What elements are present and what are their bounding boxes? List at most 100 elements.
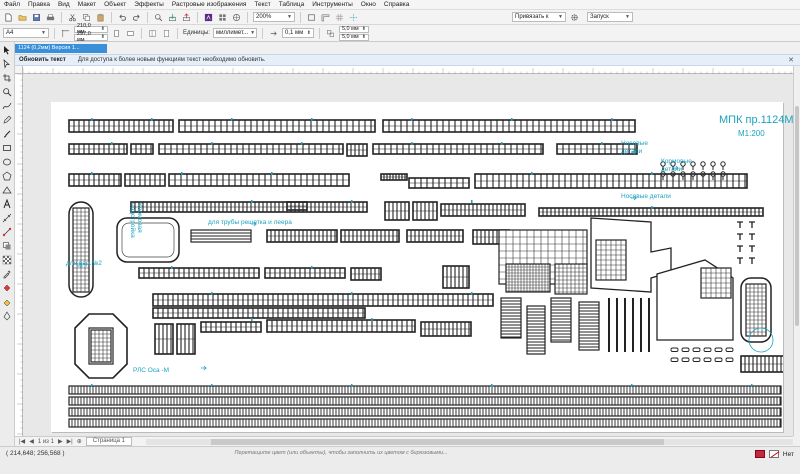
connector-tool[interactable] [2,226,13,237]
sprue-gate[interactable] [351,384,353,387]
drawing-page[interactable]: МПК пр.1124М М1:200 Носовые детали Кормо… [51,102,793,432]
sprue-gate[interactable] [471,292,473,295]
sprue-gate[interactable] [371,318,373,321]
eyedropper-tool[interactable] [2,268,13,279]
show-grid-button[interactable] [334,12,345,23]
sprue-gate[interactable] [501,142,503,145]
page-tab-1[interactable]: Страница 1 [85,437,132,446]
polygon-tool[interactable] [2,170,13,181]
freehand-tool[interactable] [2,100,13,111]
options-button[interactable] [569,12,580,23]
sprue-gate[interactable] [91,384,93,387]
sprue-gate[interactable] [511,118,513,121]
corel-connect-button[interactable] [231,12,242,23]
variant-2-annotation[interactable]: для вар.№2 [66,260,102,267]
launch-combo[interactable]: Запуск ▼ [587,12,633,22]
save-button[interactable] [31,12,42,23]
bollard[interactable] [714,357,723,362]
open-button[interactable] [17,12,28,23]
interactive-fill-tool[interactable] [2,282,13,293]
ellipse-tool[interactable] [2,156,13,167]
rectangle-tool[interactable] [2,142,13,153]
stern-parts-annotation[interactable]: Кормовые детали [661,158,692,174]
bollard[interactable] [670,347,679,352]
sprue-gate[interactable] [271,172,273,175]
outline-pen-tool[interactable] [2,310,13,321]
redo-button[interactable] [131,12,142,23]
last-page-icon[interactable]: ▶| [67,438,73,445]
zoom-tool[interactable] [2,86,13,97]
paste-button[interactable] [95,12,106,23]
fitting-tee[interactable] [749,257,755,264]
bollard[interactable] [725,357,734,362]
menu-help[interactable]: Справка [384,1,410,8]
shape-tool[interactable] [2,58,13,69]
sprue-gate[interactable] [251,318,253,321]
full-screen-button[interactable] [306,12,317,23]
duplicate-x-field[interactable]: 5,0 мм ⬍ [338,25,369,33]
sprue-gate[interactable] [651,206,653,209]
landscape-button[interactable] [125,28,136,39]
print-button[interactable] [45,12,56,23]
first-page-icon[interactable]: |◀ [19,438,25,445]
parallel-dimension-tool[interactable] [2,212,13,223]
sprue-gate[interactable] [311,266,313,269]
menu-table[interactable]: Таблица [279,1,305,8]
import-button[interactable] [167,12,178,23]
update-text-link[interactable]: Обновить текст [19,57,66,63]
next-page-icon[interactable]: ▶ [58,438,63,445]
drawing-canvas[interactable]: МПК пр.1124М М1:200 Носовые детали Кормо… [23,74,793,436]
units-combo[interactable]: миллимет... ▼ [212,28,257,38]
stern-superstructure-annotation[interactable]: Кормовая надстройка [129,203,143,238]
vertical-scroll-thumb[interactable] [795,106,799,326]
sprue-gate[interactable] [351,200,353,203]
menu-effects[interactable]: Эффекты [134,1,164,8]
sprue-gate[interactable] [311,118,313,121]
no-fill-swatch[interactable] [768,450,779,458]
bow-parts-annotation[interactable]: Носовые детали [621,140,648,156]
vertical-struts[interactable] [608,298,650,352]
search-content-button[interactable] [153,12,164,23]
deck-plate[interactable] [116,217,180,263]
smart-fill-tool[interactable] [2,296,13,307]
snap-to-combo[interactable]: Привязать к ▼ [512,12,566,22]
sprue-gate[interactable] [411,118,413,121]
portrait-button[interactable] [111,28,122,39]
show-guidelines-button[interactable] [348,12,359,23]
ladder-rungs[interactable] [551,300,571,341]
vertical-scrollbar[interactable] [793,66,800,436]
fitting-tee[interactable] [749,221,755,228]
menu-object[interactable]: Объект [104,1,126,8]
bollard[interactable] [681,357,690,362]
cut-button[interactable] [67,12,78,23]
fitting[interactable] [700,161,706,167]
vertical-ruler[interactable] [15,73,23,436]
ladder-rungs[interactable] [579,304,599,348]
photo-etch-artwork[interactable] [51,102,783,432]
ladder-rungs[interactable] [527,308,545,352]
bollard[interactable] [703,347,712,352]
sprue-gate[interactable] [411,142,413,145]
ladder-rungs[interactable] [191,232,251,240]
transparency-tool[interactable] [2,254,13,265]
radar-annotation[interactable]: РЛС Оса -М [133,367,169,374]
railing-strip-frame[interactable] [68,385,782,395]
fitting[interactable] [720,161,726,167]
previous-page-icon[interactable]: ◀ [29,438,34,445]
fill-color-swatch[interactable] [754,450,765,458]
bow-parts-annotation-2[interactable]: Носовые детали [621,193,671,200]
railing-strip-frame[interactable] [68,418,782,428]
bollard[interactable] [714,347,723,352]
bollard[interactable] [670,357,679,362]
railing-strip-frame[interactable] [68,396,782,406]
all-pages-button[interactable] [147,28,158,39]
fitting[interactable] [710,161,716,167]
application-launcher-button[interactable] [203,12,214,23]
sprue-gate[interactable] [301,142,303,145]
fitting-tee[interactable] [737,257,743,264]
horizontal-scrollbar[interactable] [145,438,793,445]
ladder-rungs[interactable] [501,300,521,338]
show-rulers-button[interactable] [320,12,331,23]
pipe-grating-annotation[interactable]: для трубы решетка и леера [208,219,292,226]
menu-view[interactable]: Вид [58,1,70,8]
